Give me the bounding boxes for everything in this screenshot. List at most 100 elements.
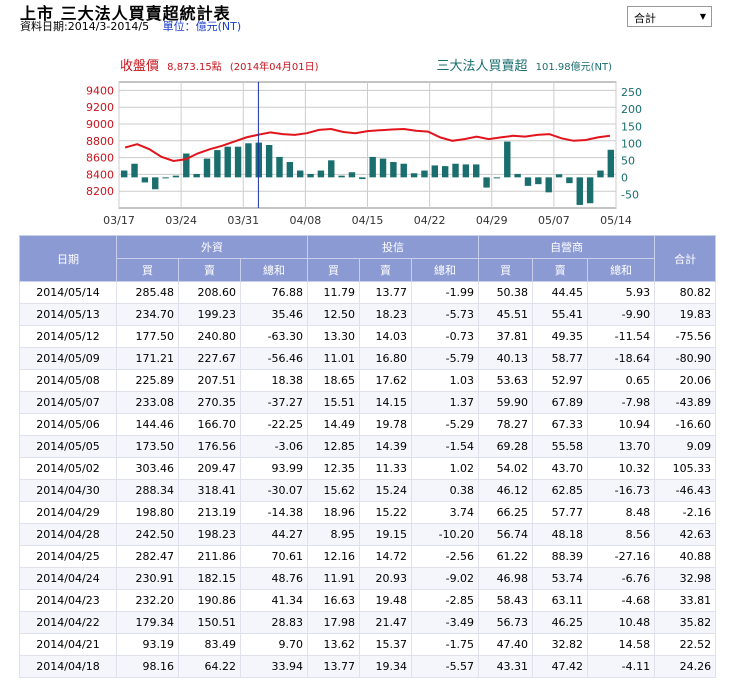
- value-cell: 15.37: [359, 633, 413, 656]
- net-bar: [535, 177, 542, 185]
- chart-right-value: 101.98億元(NT): [536, 60, 612, 73]
- subheader-foreign-net: 總和: [239, 258, 309, 282]
- table-row: 2014/04/30 288.34 318.41 -30.07 15.62 15.24 0.…: [19, 479, 717, 502]
- subheader-trust-sell: 賣: [359, 258, 413, 282]
- chart-left-label: 收盤價: [120, 59, 159, 74]
- value-cell: 17.62: [359, 369, 413, 392]
- value-cell: 232.20: [116, 589, 179, 612]
- net-bar: [441, 166, 449, 178]
- net-bar: [152, 177, 159, 190]
- table-row: 2014/05/13 234.70 199.23 35.46 12.50 18.23 -5.…: [19, 303, 717, 326]
- value-cell: 58.77: [532, 347, 589, 370]
- x-axis-tick: 03/17: [103, 214, 135, 227]
- chevron-down-icon: ▼: [699, 12, 706, 21]
- value-cell: -16.73: [587, 479, 656, 502]
- value-cell: 32.82: [532, 633, 589, 656]
- x-axis-tick: 04/15: [352, 214, 384, 227]
- date-cell: 2014/04/22: [19, 611, 117, 634]
- table-row: 2014/05/07 233.08 270.35 -37.27 15.51 14.15 1.…: [19, 391, 717, 414]
- value-cell: 14.72: [359, 545, 413, 568]
- value-cell: 282.47: [116, 545, 179, 568]
- date-cell: 2014/05/14: [19, 281, 117, 304]
- net-bar: [369, 156, 376, 178]
- value-cell: 182.15: [178, 567, 241, 590]
- value-cell: 98.16: [116, 655, 179, 678]
- value-cell: 11.91: [307, 567, 361, 590]
- value-cell: 55.58: [532, 435, 589, 458]
- value-cell: 233.08: [116, 391, 179, 414]
- value-cell: 76.88: [239, 281, 309, 304]
- value-cell: -6.76: [587, 567, 656, 590]
- net-bar: [203, 158, 211, 178]
- value-cell: 171.21: [116, 347, 179, 370]
- net-bar: [524, 177, 532, 186]
- value-cell: -0.73: [411, 325, 480, 348]
- value-cell: 35.82: [654, 611, 717, 634]
- category-select[interactable]: 合計 ▼: [627, 6, 712, 27]
- value-cell: 10.94: [587, 413, 656, 436]
- value-cell: 46.98: [478, 567, 534, 590]
- value-cell: 14.58: [587, 633, 656, 656]
- subheader-trust-buy: 買: [307, 258, 361, 282]
- value-cell: 15.51: [307, 391, 361, 414]
- value-cell: 13.62: [307, 633, 361, 656]
- net-bar: [286, 162, 294, 178]
- value-cell: 242.50: [116, 523, 179, 546]
- date-cell: 2014/05/07: [19, 391, 117, 414]
- value-cell: 234.70: [116, 303, 179, 326]
- value-cell: 21.47: [359, 611, 413, 634]
- value-cell: 52.97: [532, 369, 589, 392]
- value-cell: 198.23: [178, 523, 241, 546]
- date-cell: 2014/05/05: [19, 435, 117, 458]
- value-cell: 33.94: [239, 655, 309, 678]
- x-axis-tick: 05/07: [538, 214, 570, 227]
- header-trust: 投信: [307, 235, 480, 259]
- value-cell: 93.19: [116, 633, 179, 656]
- net-bar: [172, 175, 180, 178]
- value-cell: 54.02: [478, 457, 534, 480]
- category-select-value: 合計: [634, 12, 656, 25]
- value-cell: 88.39: [532, 545, 589, 568]
- value-cell: 13.30: [307, 325, 361, 348]
- date-cell: 2014/05/02: [19, 457, 117, 480]
- net-bar: [193, 173, 200, 178]
- value-cell: -80.90: [654, 347, 717, 370]
- net-bar: [265, 145, 273, 178]
- value-cell: 14.49: [307, 413, 361, 436]
- value-cell: 19.48: [359, 589, 413, 612]
- right-axis-tick: 0: [621, 171, 628, 184]
- value-cell: 44.45: [532, 281, 589, 304]
- table-row: 2014/05/09 171.21 227.67 -56.46 11.01 16.80 -5…: [19, 347, 717, 370]
- value-cell: 24.26: [654, 655, 717, 678]
- value-cell: 53.74: [532, 567, 589, 590]
- right-axis-tick: 150: [621, 120, 642, 133]
- value-cell: 13.70: [587, 435, 656, 458]
- value-cell: -5.79: [411, 347, 480, 370]
- value-cell: 1.02: [411, 457, 480, 480]
- value-cell: 43.31: [478, 655, 534, 678]
- value-cell: 14.15: [359, 391, 413, 414]
- chart-panel: 收盤價 8,873.15點 (2014年04月01日) 三大法人買賣超 101.…: [0, 55, 737, 235]
- date-cell: 2014/04/30: [19, 479, 117, 502]
- net-bar: [566, 177, 573, 184]
- value-cell: 1.03: [411, 369, 480, 392]
- value-cell: 69.28: [478, 435, 534, 458]
- header-foreign: 外資: [115, 235, 309, 259]
- table-row: 2014/04/28 242.50 198.23 44.27 8.95 19.15 -10.…: [19, 523, 717, 546]
- table-row: 2014/05/12 177.50 240.80 -63.30 13.30 14.03 -0…: [19, 325, 717, 348]
- value-cell: 240.80: [178, 325, 241, 348]
- value-cell: 56.74: [478, 523, 534, 546]
- value-cell: 61.22: [478, 545, 534, 568]
- value-cell: 285.48: [116, 281, 179, 304]
- value-cell: 19.34: [359, 655, 413, 678]
- value-cell: 17.98: [307, 611, 361, 634]
- value-cell: 18.65: [307, 369, 361, 392]
- value-cell: 166.70: [178, 413, 241, 436]
- value-cell: 318.41: [178, 479, 241, 502]
- value-cell: 12.16: [307, 545, 361, 568]
- table-row: 2014/05/06 144.46 166.70 -22.25 14.49 19.78 -5…: [19, 413, 717, 436]
- value-cell: -10.20: [411, 523, 480, 546]
- net-bar: [421, 170, 428, 178]
- value-cell: -22.25: [239, 413, 309, 436]
- value-cell: 20.93: [359, 567, 413, 590]
